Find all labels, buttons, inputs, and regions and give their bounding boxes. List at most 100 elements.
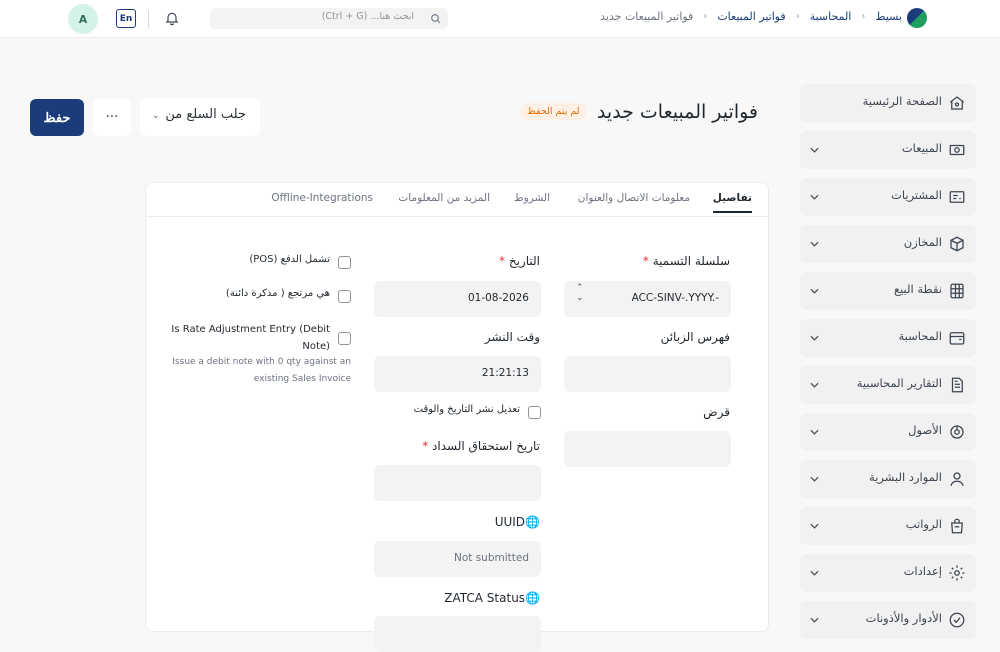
chevron-down-icon (810, 241, 819, 247)
posting-time-label: وقت النشر (484, 330, 540, 344)
chevron-down-icon (810, 617, 819, 623)
chevron-down-icon (810, 147, 819, 153)
sidebar-item-label: المخازن (903, 235, 942, 249)
sidebar-item-label: نقطة البيع (893, 282, 942, 296)
money-icon (949, 144, 965, 156)
breadcrumb-accounting[interactable]: المحاسبة (810, 10, 852, 23)
sidebar-item-assets[interactable]: الأصول (800, 413, 976, 451)
loan-field[interactable] (564, 431, 731, 467)
sidebar-item-accounting-reports[interactable]: التقارير المحاسبية (800, 366, 976, 404)
sidebar-item-label: المشتريات (891, 188, 942, 202)
zatca-status-label: 🌐ZATCA Status (444, 591, 540, 605)
chevron-down-icon (810, 523, 819, 529)
date-field[interactable]: 01-08-2026 (374, 281, 541, 317)
sidebar-item-label: الموارد البشرية (869, 470, 942, 484)
edit-posting-checkbox[interactable] (528, 406, 541, 419)
pos-grid-icon (950, 283, 964, 299)
bag-icon (951, 518, 963, 534)
due-date-label: تاريخ استحقاق السداد * (422, 439, 540, 453)
breadcrumb-sales-invoices[interactable]: فواتير المبيعات (717, 10, 785, 23)
uuid-value: Not submitted (453, 552, 529, 564)
is-return-checkbox[interactable] (338, 290, 351, 303)
chevron-down-icon (810, 382, 819, 388)
search-placeholder: ابحث هنا... (Ctrl + G) (321, 11, 414, 22)
sidebar-item-label: الأدوار والأذونات (865, 611, 942, 625)
tab-contact-address[interactable]: معلومات الاتصال والعنوان (578, 192, 690, 204)
language-switch-button[interactable]: En (116, 9, 136, 28)
home-icon (949, 96, 965, 110)
uuid-label: 🌐UUID (494, 515, 540, 529)
shield-check-icon (949, 612, 965, 628)
search-input[interactable]: ابحث هنا... (Ctrl + G) (210, 8, 448, 29)
save-button[interactable]: حفظ (30, 99, 84, 136)
sidebar-item-label: الرواتب (905, 517, 942, 531)
sidebar-item-home[interactable]: الصفحة الرئيسية (800, 84, 976, 122)
breadcrumb-separator: ‹ (861, 11, 866, 22)
naming-series-value: ACC-SINV-.YYYY.- (631, 292, 719, 304)
breadcrumb-home[interactable]: بسيط (875, 10, 902, 23)
sidebar-item-label: الأصول (908, 423, 942, 437)
status-badge: لم يتم الحفظ (520, 103, 587, 120)
globe-icon: 🌐 (525, 591, 540, 605)
chevron-down-icon (810, 288, 819, 294)
date-value: 01-08-2026 (467, 292, 529, 304)
due-date-field[interactable] (374, 465, 541, 501)
rate-adjustment-checkbox[interactable] (338, 332, 351, 345)
rate-adjustment-label: Is Rate Adjustment Entry (Debit Note) (171, 324, 330, 352)
date-label: التاريخ * (499, 254, 540, 268)
sidebar-item-hr[interactable]: الموارد البشرية (800, 460, 976, 498)
dropdown-arrow-icon: ⌄ (152, 111, 160, 121)
tab-more-info[interactable]: المزيد من المعلومات (398, 192, 490, 204)
breadcrumb-separator: ‹ (795, 11, 800, 22)
user-icon (950, 472, 964, 486)
pos-label: تشمل الدفع (POS) (249, 254, 330, 265)
get-items-from-button[interactable]: جلب السلع من ⌄ (140, 98, 260, 136)
sidebar-item-roles-permissions[interactable]: الأدوار والأذونات (800, 601, 976, 639)
asset-icon (950, 425, 964, 439)
chevron-down-icon (810, 429, 819, 435)
posting-time-field[interactable]: 21:21:13 (374, 356, 541, 392)
form-tabs: تفاصيل معلومات الاتصال والعنوان الشروط ا… (146, 183, 768, 217)
loan-label: قرض (703, 405, 730, 419)
divider (148, 10, 149, 28)
edit-posting-label: تعديل نشر التاريخ والوقت (413, 404, 520, 415)
more-actions-button[interactable]: ··· (93, 99, 131, 136)
breadcrumb: بسيط ‹ المحاسبة ‹ فواتير المبيعات ‹ فوات… (600, 10, 902, 23)
breadcrumb-current: فواتير المبيعات جديد (600, 10, 694, 23)
form-card: تفاصيل معلومات الاتصال والعنوان الشروط ا… (145, 182, 769, 652)
tab-details[interactable]: تفاصيل (712, 192, 752, 213)
tab-terms[interactable]: الشروط (514, 192, 550, 204)
pos-checkbox[interactable] (338, 256, 351, 269)
sidebar-item-pos[interactable]: نقطة البيع (800, 272, 976, 310)
sidebar-item-settings[interactable]: إعدادات (800, 554, 976, 592)
sidebar-item-label: المحاسبة (898, 329, 942, 343)
tab-offline-integrations[interactable]: Offline-Integrations (271, 192, 373, 204)
customer-field[interactable] (564, 356, 731, 392)
receipt-icon (949, 191, 965, 203)
breadcrumb-separator: ‹ (703, 11, 708, 22)
rate-adjustment-description: Issue a debit note with 0 qty against an… (172, 357, 351, 384)
avatar[interactable]: A (68, 4, 98, 34)
chevron-down-icon (810, 194, 819, 200)
sidebar-item-purchases[interactable]: المشتريات (800, 178, 976, 216)
report-icon (951, 377, 963, 393)
uuid-field: Not submitted (374, 541, 541, 577)
sidebar-item-sales[interactable]: المبيعات (800, 131, 976, 169)
is-return-label: هي مرتجع ( مذكرة دائنة) (225, 288, 330, 299)
sidebar-item-label: المبيعات (901, 141, 942, 155)
app-logo-icon[interactable] (907, 8, 927, 28)
sidebar-item-payroll[interactable]: الرواتب (800, 507, 976, 545)
search-icon (431, 14, 441, 24)
select-arrows-icon: ⌃ ⌄ (576, 283, 584, 303)
box-icon (950, 236, 964, 252)
zatca-status-field (374, 616, 541, 652)
sidebar-item-stock[interactable]: المخازن (800, 225, 976, 263)
sidebar-item-accounting[interactable]: المحاسبة (800, 319, 976, 357)
top-navbar: A En ابحث هنا... (Ctrl + G) بسيط ‹ المحا… (0, 0, 1000, 38)
naming-series-select[interactable]: ACC-SINV-.YYYY.- ⌃ ⌄ (564, 281, 731, 317)
gear-icon (949, 565, 965, 581)
get-items-label: جلب السلع من (165, 107, 246, 122)
bell-icon[interactable] (164, 10, 180, 26)
page-title: فواتير المبيعات جديد (596, 101, 758, 123)
sidebar: الصفحة الرئيسية المبيعات المشتريات المخا… (800, 84, 976, 648)
